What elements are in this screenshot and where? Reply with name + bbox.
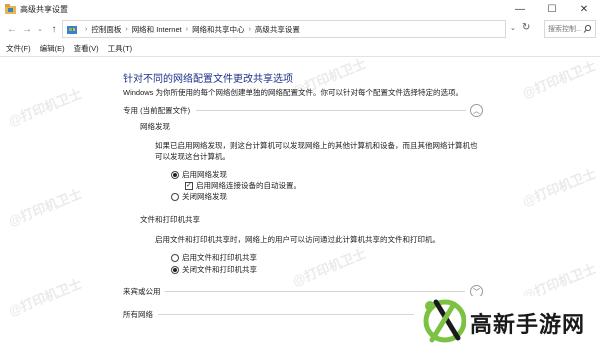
- radio-file-sharing-off[interactable]: 关闭文件和打印机共享: [171, 264, 257, 275]
- profile-header-private[interactable]: 专用 (当前配置文件): [123, 105, 190, 116]
- address-bar[interactable]: › 控制面板 › 网络和 Internet › 网络和共享中心 › 高级共享设置: [62, 20, 506, 38]
- radio-network-discovery-off[interactable]: 关闭网络发现: [171, 191, 227, 202]
- watermark-text: @打印机卫士: [520, 57, 599, 101]
- maximize-button[interactable]: ☐: [536, 0, 568, 18]
- page-description: Windows 为你所使用的每个网络创建单独的网络配置文件。你可以针对每个配置文…: [123, 88, 464, 97]
- menu-file[interactable]: 文件(F): [6, 43, 31, 54]
- section-divider: [158, 314, 414, 315]
- window-title: 高级共享设置: [20, 5, 68, 14]
- watermark-text: @打印机卫士: [6, 275, 85, 319]
- page-title: 针对不同的网络配置文件更改共享选项: [123, 74, 293, 85]
- checkbox-auto-setup[interactable]: ✓ 启用网络连接设备的自动设置。: [185, 180, 301, 191]
- menu-edit[interactable]: 编辑(E): [40, 43, 65, 54]
- radio-label: 启用文件和打印机共享: [182, 253, 257, 262]
- breadcrumb-separator: ›: [185, 25, 189, 33]
- network-folder-icon: [5, 4, 16, 14]
- radio-label: 启用网络发现: [182, 170, 227, 179]
- checkbox-label: 启用网络连接设备的自动设置。: [196, 181, 301, 190]
- forward-button[interactable]: →: [20, 21, 34, 37]
- navigation-bar: ← → ⌄ ↑ › 控制面板 › 网络和 Internet › 网络和共享中心 …: [0, 18, 600, 40]
- section-divider: [196, 110, 466, 111]
- minimize-button[interactable]: —: [504, 0, 536, 18]
- radio-unselected-icon[interactable]: [171, 253, 179, 262]
- radio-network-discovery-on[interactable]: 启用网络发现: [171, 169, 227, 180]
- file-sharing-header: 文件和打印机共享: [140, 215, 200, 224]
- radio-file-sharing-on[interactable]: 启用文件和打印机共享: [171, 252, 257, 263]
- breadcrumb-network-internet[interactable]: 网络和 Internet: [132, 24, 182, 35]
- menu-view[interactable]: 查看(V): [74, 43, 99, 54]
- brand-logo-mark-icon: [423, 299, 466, 343]
- radio-selected-icon[interactable]: [171, 170, 179, 179]
- network-discovery-text: 如果已启用网络发现，则这台计算机可以发现网络上的其他计算机和设备，而且其他网络计…: [155, 141, 478, 161]
- radio-selected-icon[interactable]: [171, 265, 179, 274]
- radio-unselected-icon[interactable]: [171, 192, 179, 201]
- title-bar: 高级共享设置 — ☐ ✕: [0, 0, 600, 18]
- breadcrumb-separator: ›: [125, 25, 128, 33]
- recent-locations-chevron-icon[interactable]: ⌄: [33, 21, 47, 37]
- watermark-text: @打印机卫士: [6, 185, 85, 229]
- address-dropdown-icon[interactable]: ⌄: [510, 24, 516, 32]
- file-sharing-text: 启用文件和打印机共享时，网络上的用户可以访问通过此计算机共享的文件和打印机。: [155, 235, 440, 244]
- refresh-icon[interactable]: ↻: [522, 22, 530, 33]
- checkmark-icon[interactable]: ✓: [185, 181, 193, 190]
- radio-label: 关闭文件和打印机共享: [182, 265, 257, 274]
- section-divider: [165, 291, 465, 292]
- brand-logo: 高新手游网: [414, 296, 600, 347]
- breadcrumb-control-panel[interactable]: 控制面板: [91, 24, 121, 35]
- breadcrumb-separator: ›: [85, 25, 88, 33]
- watermark-text: @打印机卫士: [290, 245, 369, 289]
- network-discovery-header: 网络发现: [140, 122, 170, 131]
- breadcrumb-network-sharing-center[interactable]: 网络和共享中心: [192, 24, 245, 35]
- control-panel-icon: [67, 25, 77, 34]
- radio-label: 关闭网络发现: [182, 192, 227, 201]
- watermark-text: @打印机卫士: [6, 85, 85, 129]
- breadcrumb-advanced-sharing[interactable]: 高级共享设置: [255, 24, 300, 35]
- menu-bar: 文件(F) 编辑(E) 查看(V) 工具(T): [0, 41, 600, 55]
- up-button[interactable]: ↑: [47, 21, 61, 37]
- menu-tools[interactable]: 工具(T): [108, 43, 133, 54]
- search-icon[interactable]: [583, 24, 592, 34]
- breadcrumb-separator: ›: [248, 25, 251, 33]
- brand-name: 高新手游网: [470, 312, 586, 337]
- profile-header-guest[interactable]: 来宾或公用: [123, 286, 161, 297]
- back-button[interactable]: ←: [5, 21, 19, 37]
- profile-header-all[interactable]: 所有网络: [123, 309, 153, 320]
- watermark-text: @打印机卫士: [520, 165, 599, 209]
- search-input[interactable]: 搜索控制...: [544, 20, 596, 38]
- close-button[interactable]: ✕: [568, 0, 600, 18]
- collapse-chevron-up-icon[interactable]: ︿: [470, 104, 483, 117]
- search-placeholder: 搜索控制...: [548, 26, 582, 33]
